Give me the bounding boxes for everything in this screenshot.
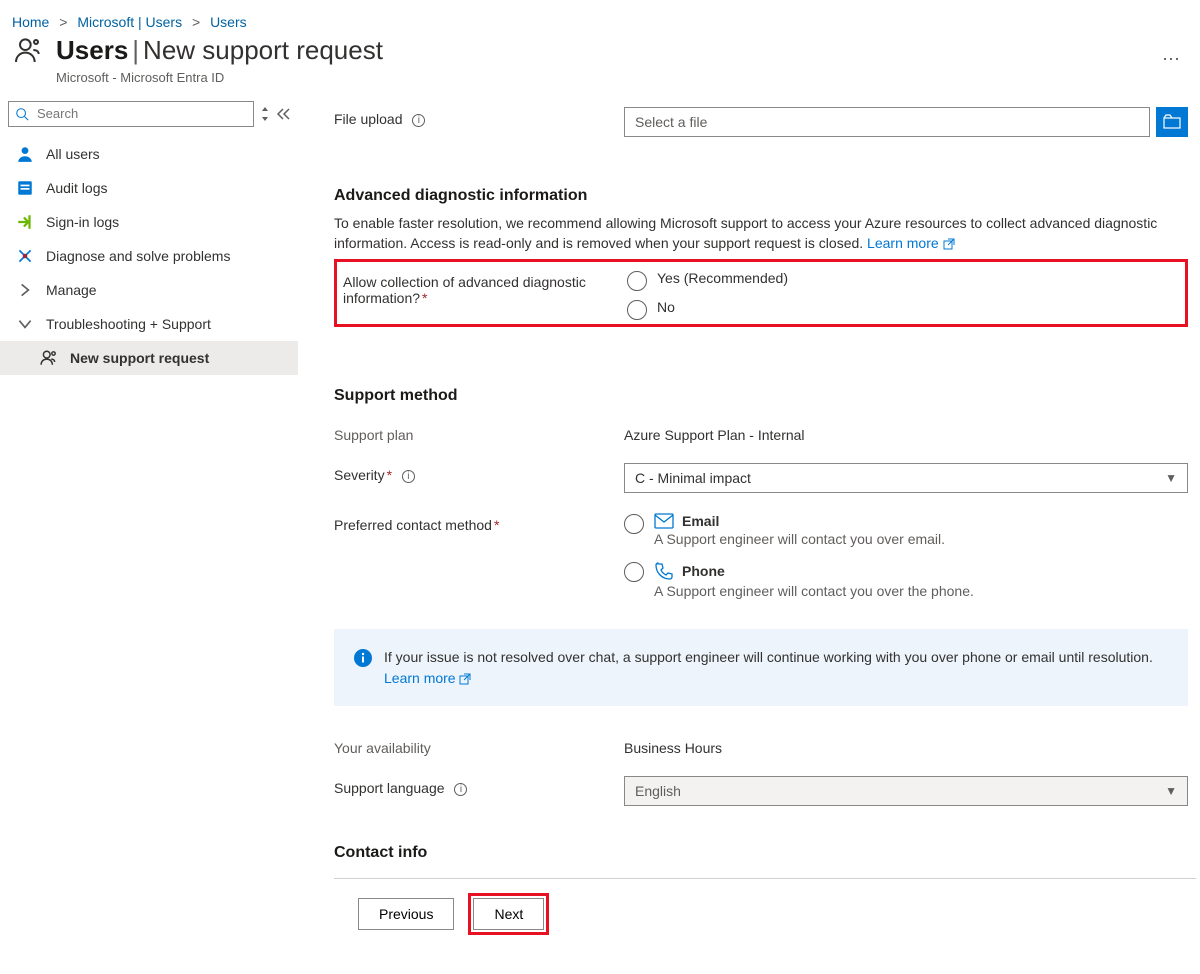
wizard-footer: Previous Next bbox=[334, 878, 1196, 949]
sidebar-group-troubleshoot[interactable]: Troubleshooting + Support bbox=[0, 307, 298, 341]
signin-icon bbox=[16, 213, 34, 231]
next-button-highlight: Next bbox=[468, 893, 549, 935]
radio-label: No bbox=[657, 299, 675, 315]
breadcrumb: Home > Microsoft | Users > Users bbox=[0, 0, 1200, 30]
severity-dropdown[interactable]: C - Minimal impact ▼ bbox=[624, 463, 1188, 493]
breadcrumb-sep: > bbox=[192, 14, 200, 30]
radio-icon bbox=[627, 300, 647, 320]
sidebar-item-label: Diagnose and solve problems bbox=[46, 248, 230, 264]
advanced-diagnostic-heading: Advanced diagnostic information bbox=[334, 187, 1196, 205]
info-icon[interactable]: i bbox=[402, 470, 415, 483]
person-icon bbox=[16, 145, 34, 163]
radio-label: Email bbox=[682, 513, 719, 529]
support-icon bbox=[40, 349, 58, 367]
external-link-icon bbox=[459, 673, 471, 685]
search-icon bbox=[15, 107, 35, 121]
radio-contact-email[interactable]: Email A Support engineer will contact yo… bbox=[624, 513, 1188, 547]
diagnostic-consent-highlight: Allow collection of advanced diagnostic … bbox=[334, 259, 1188, 327]
resolution-info-banner: If your issue is not resolved over chat,… bbox=[334, 629, 1188, 706]
availability-label: Your availability bbox=[334, 736, 624, 756]
radio-contact-phone[interactable]: Phone A Support engineer will contact yo… bbox=[624, 561, 1188, 599]
sidebar-item-all-users[interactable]: All users bbox=[0, 137, 298, 171]
chevron-right-icon bbox=[16, 281, 34, 299]
users-icon bbox=[12, 34, 44, 66]
external-link-icon bbox=[943, 238, 955, 250]
sidebar-item-label: Manage bbox=[46, 282, 97, 298]
sidebar-item-label: Audit logs bbox=[46, 180, 107, 196]
collapse-sidebar-icon[interactable] bbox=[276, 108, 290, 120]
sidebar-item-label: New support request bbox=[70, 350, 209, 366]
learn-more-link[interactable]: Learn more bbox=[384, 670, 471, 686]
support-plan-label: Support plan bbox=[334, 423, 624, 443]
support-language-label: Support language i bbox=[334, 776, 624, 806]
chevron-down-icon: ▼ bbox=[1165, 471, 1177, 485]
breadcrumb-home[interactable]: Home bbox=[12, 14, 49, 30]
sidebar-group-manage[interactable]: Manage bbox=[0, 273, 298, 307]
info-icon[interactable]: i bbox=[454, 783, 467, 796]
sidebar-item-label: All users bbox=[46, 146, 100, 162]
search-input-wrapper[interactable] bbox=[8, 101, 254, 127]
sidebar-item-diagnose[interactable]: Diagnose and solve problems bbox=[0, 239, 298, 273]
info-icon[interactable]: i bbox=[412, 114, 425, 127]
support-method-heading: Support method bbox=[334, 387, 1196, 405]
sort-toggle-icon[interactable] bbox=[260, 107, 270, 121]
language-dropdown[interactable]: English ▼ bbox=[624, 776, 1188, 806]
sidebar-item-label: Sign-in logs bbox=[46, 214, 119, 230]
sidebar-item-audit-logs[interactable]: Audit logs bbox=[0, 171, 298, 205]
preferred-contact-label: Preferred contact method* bbox=[334, 513, 624, 533]
phone-icon bbox=[654, 561, 674, 581]
page-title: Users|New support request bbox=[56, 34, 1148, 68]
breadcrumb-sep: > bbox=[59, 14, 67, 30]
radio-label: Phone bbox=[682, 563, 725, 579]
diagnose-icon bbox=[16, 247, 34, 265]
radio-label: Yes (Recommended) bbox=[657, 270, 788, 286]
previous-button[interactable]: Previous bbox=[358, 898, 454, 930]
dropdown-value: English bbox=[635, 783, 681, 799]
radio-description: A Support engineer will contact you over… bbox=[654, 531, 945, 547]
breadcrumb-leaf[interactable]: Users bbox=[210, 14, 247, 30]
contact-info-heading: Contact info bbox=[334, 844, 1196, 862]
chevron-down-icon bbox=[16, 315, 34, 333]
info-icon bbox=[354, 649, 372, 667]
severity-label: Severity* i bbox=[334, 463, 624, 493]
availability-value: Business Hours bbox=[624, 736, 1196, 756]
learn-more-link[interactable]: Learn more bbox=[867, 235, 954, 251]
radio-diagnostic-no[interactable]: No bbox=[627, 299, 1173, 320]
file-select-input[interactable]: Select a file bbox=[624, 107, 1150, 137]
radio-icon bbox=[624, 514, 644, 534]
log-icon bbox=[16, 179, 34, 197]
next-button[interactable]: Next bbox=[473, 898, 544, 930]
page-subtitle: Microsoft - Microsoft Entra ID bbox=[56, 70, 1148, 85]
radio-icon bbox=[624, 562, 644, 582]
radio-diagnostic-yes[interactable]: Yes (Recommended) bbox=[627, 270, 1173, 291]
page-header: Users|New support request Microsoft - Mi… bbox=[0, 30, 1200, 97]
dropdown-value: C - Minimal impact bbox=[635, 470, 751, 486]
email-icon bbox=[654, 513, 674, 529]
sidebar-item-new-support-request[interactable]: New support request bbox=[0, 341, 298, 375]
radio-icon bbox=[627, 271, 647, 291]
radio-description: A Support engineer will contact you over… bbox=[654, 583, 974, 599]
sidebar-item-label: Troubleshooting + Support bbox=[46, 316, 211, 332]
diagnostic-question-label: Allow collection of advanced diagnostic … bbox=[337, 270, 627, 320]
breadcrumb-mid[interactable]: Microsoft | Users bbox=[77, 14, 182, 30]
file-browse-button[interactable] bbox=[1156, 107, 1188, 137]
advanced-diagnostic-desc: To enable faster resolution, we recommen… bbox=[334, 213, 1196, 254]
sidebar: All users Audit logs Sign-in logs bbox=[0, 97, 298, 949]
more-actions-button[interactable]: ⋯ bbox=[1154, 45, 1188, 74]
main-content: File upload i Select a file Advanced dia… bbox=[298, 97, 1200, 949]
support-plan-value: Azure Support Plan - Internal bbox=[624, 423, 1196, 443]
file-upload-label: File upload i bbox=[334, 107, 624, 137]
sidebar-item-signin-logs[interactable]: Sign-in logs bbox=[0, 205, 298, 239]
search-input[interactable] bbox=[35, 105, 247, 122]
chevron-down-icon: ▼ bbox=[1165, 784, 1177, 798]
